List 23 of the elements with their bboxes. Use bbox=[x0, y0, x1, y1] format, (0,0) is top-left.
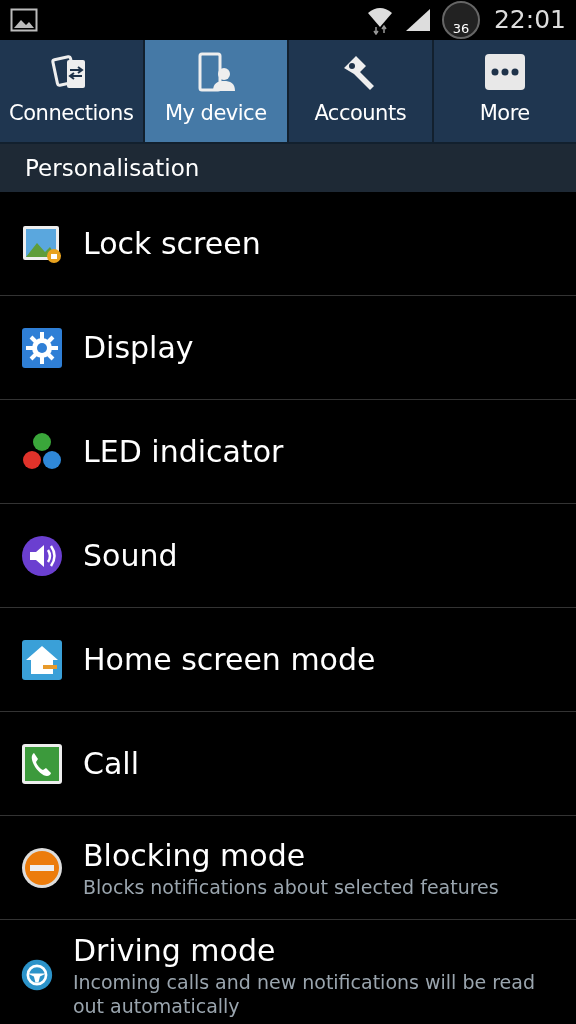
more-icon bbox=[484, 52, 525, 93]
tab[interactable]: My device bbox=[144, 40, 287, 142]
settings-item[interactable]: Home screen mode bbox=[0, 608, 576, 712]
phone-handset-icon bbox=[21, 742, 63, 785]
settings-item[interactable]: Lock screen bbox=[0, 192, 576, 296]
settings-item[interactable]: Blocking mode Blocks notifications about selected features bbox=[0, 816, 576, 920]
battery-level: 36 bbox=[452, 21, 470, 37]
minus-circle-icon bbox=[21, 846, 63, 889]
clock-time: 22:01 bbox=[493, 4, 566, 37]
settings-item[interactable]: LED indicator bbox=[0, 400, 576, 504]
tab[interactable]: Connections bbox=[0, 40, 143, 142]
settings-item[interactable]: Sound bbox=[0, 504, 576, 608]
tab[interactable]: Accounts bbox=[289, 40, 432, 142]
settings-item[interactable]: Call bbox=[0, 712, 576, 816]
gear-icon bbox=[21, 326, 63, 369]
settings-item[interactable]: Display bbox=[0, 296, 576, 400]
tab[interactable]: More bbox=[433, 40, 576, 142]
section-header: Personalisation bbox=[0, 142, 576, 192]
speaker-icon bbox=[21, 534, 63, 577]
settings-item[interactable]: Driving mode Incoming calls and new notifications will be read out automatically bbox=[0, 920, 576, 1024]
wifi-icon bbox=[365, 5, 394, 35]
image-icon bbox=[10, 8, 38, 32]
house-icon bbox=[21, 638, 63, 681]
